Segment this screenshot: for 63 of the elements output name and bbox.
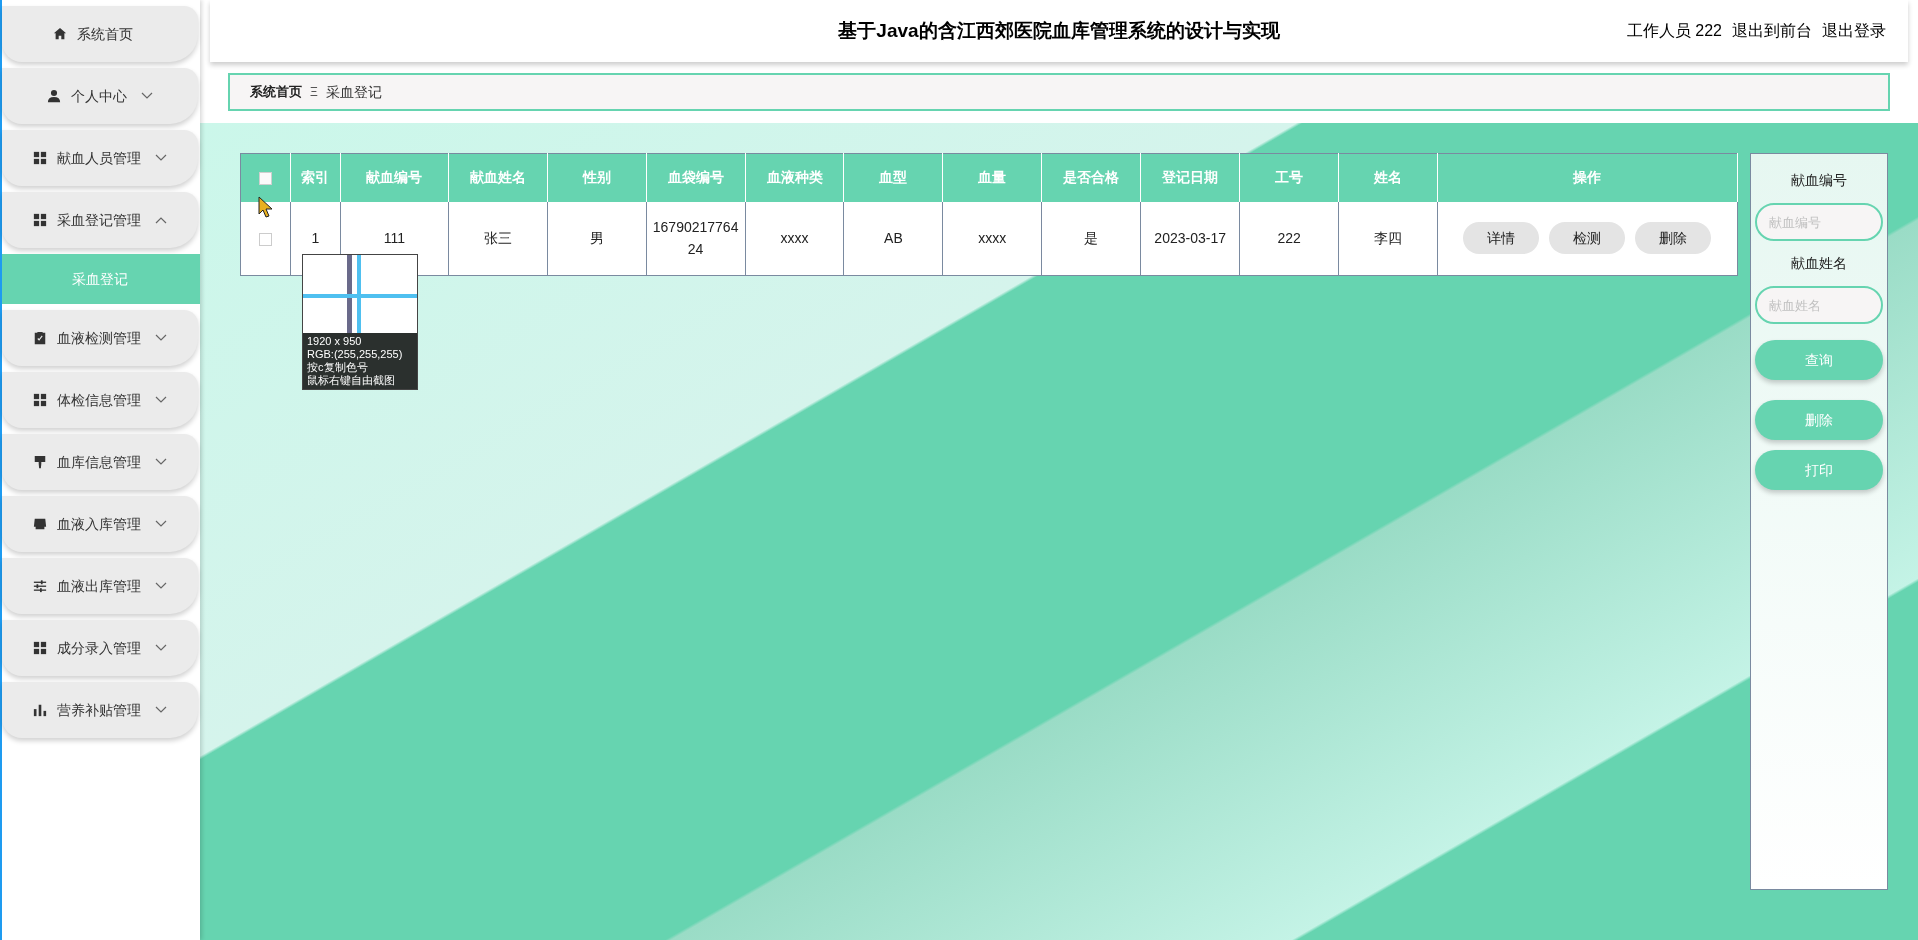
column-header: 操作 (1437, 153, 1738, 202)
column-header: 献血姓名 (448, 153, 548, 202)
column-header: 登记日期 (1140, 153, 1240, 202)
column-header: 血液种类 (745, 153, 844, 202)
cursor-icon (258, 196, 274, 218)
sidebar-item[interactable]: 个人中心 (2, 68, 198, 124)
sliders-icon (33, 579, 47, 593)
table-cell: 2023-03-17 (1140, 201, 1240, 276)
table-cell: AB (844, 201, 943, 276)
user-label: 工作人员 222 (1626, 21, 1722, 41)
header-link[interactable]: 退出登录 (1822, 19, 1886, 43)
column-header: 索引 (290, 153, 341, 202)
action-button[interactable]: 详情 (1463, 222, 1540, 255)
sidebar-item[interactable]: 营养补贴管理 (2, 682, 198, 738)
action-button[interactable]: 检测 (1549, 222, 1626, 255)
table-cell: 222 (1239, 201, 1339, 276)
table-cell: xxxx (942, 201, 1042, 276)
column-header: 血量 (942, 153, 1042, 202)
brush-icon (33, 455, 47, 469)
grid-icon (33, 213, 47, 227)
sidebar-item[interactable]: 血库信息管理 (2, 434, 198, 490)
breadcrumb-link[interactable]: 采血登记 (325, 81, 382, 103)
user-icon (47, 89, 61, 103)
bar-chart-icon (33, 703, 47, 717)
checkbox[interactable] (258, 232, 272, 246)
field-label: 献血编号 (1791, 171, 1847, 190)
clipboard-check-icon (33, 331, 47, 345)
table-cell: xxxx (745, 201, 844, 276)
column-header: 献血编号 (340, 153, 449, 202)
tool-info-text: RGB:(255,255,255) (307, 348, 404, 361)
table-cell: 男 (547, 201, 647, 276)
sidebar-item[interactable]: 献血人员管理 (2, 130, 198, 186)
table-cell: 是 (1041, 201, 1141, 276)
tool-info-text: 鼠标右键自由截图 (307, 374, 396, 387)
breadcrumb-separator: Ξ (310, 84, 318, 101)
sidebar-item[interactable]: 血液检测管理 (2, 310, 198, 366)
column-header: 血型 (844, 153, 943, 202)
column-header: 性别 (547, 153, 647, 202)
table-cell: 1679021776424 (646, 201, 746, 276)
sidebar-item[interactable]: 血液入库管理 (2, 496, 198, 552)
breadcrumb-link[interactable]: 系统首页 (250, 82, 302, 102)
header-link[interactable]: 退出到前台 (1732, 19, 1812, 43)
tool-info-text: 1920 x 950 (307, 335, 363, 348)
table-cell: 张三 (448, 201, 548, 276)
column-header: 血袋编号 (646, 153, 746, 202)
field-label: 献血姓名 (1791, 254, 1847, 273)
grid-icon (33, 151, 47, 165)
column-header: 姓名 (1338, 153, 1438, 202)
action-button[interactable]: 删除 (1635, 222, 1712, 255)
sidebar-item[interactable]: 血液出库管理 (2, 558, 198, 614)
tool-info-text: 按c复制色号 (307, 361, 369, 374)
sidebar-item[interactable]: 成分录入管理 (2, 620, 198, 676)
app-title: 基于Java的含江西郊医院血库管理系统的设计与实现 (838, 18, 1280, 43)
sidebar-item[interactable]: 体检信息管理 (2, 372, 198, 428)
column-header: 是否合格 (1041, 153, 1141, 202)
grid-icon (33, 641, 47, 655)
grid-icon (33, 393, 47, 407)
sidebar-item[interactable]: 系统首页 (2, 6, 198, 62)
checkbox[interactable] (258, 172, 272, 186)
column-header: 工号 (1239, 153, 1339, 202)
table-cell: 李四 (1338, 201, 1438, 276)
home-icon (53, 27, 67, 41)
sidebar-item[interactable]: 采血登记管理 (2, 192, 198, 248)
